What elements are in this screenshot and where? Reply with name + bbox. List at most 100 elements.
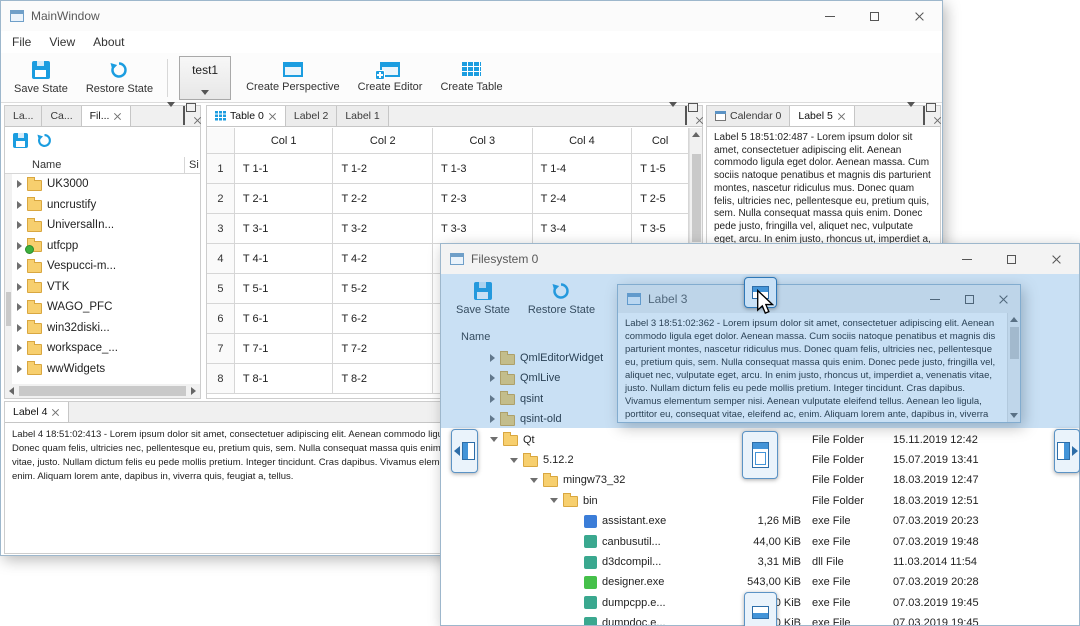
tree-row[interactable]: utfcpp (5, 236, 200, 256)
tree-vertical-scrollbar[interactable] (5, 174, 12, 384)
fs-tree-row[interactable]: d3dcompil... 3,31 MiB dll File 11.03.2014 1… (441, 552, 1079, 572)
chevron-right-icon[interactable] (17, 241, 22, 250)
table-cell[interactable]: T 1-4 (532, 154, 633, 184)
chevron-right-icon[interactable] (17, 180, 22, 188)
tab-fil[interactable]: Fil... (81, 106, 132, 126)
tab-calendar-0[interactable]: Calendar 0 (707, 106, 791, 126)
menu-item-file[interactable]: File (3, 32, 40, 52)
chevron-right-icon[interactable] (17, 282, 22, 291)
scrollbar-thumb[interactable] (6, 292, 11, 326)
chevron-down-icon[interactable] (490, 437, 498, 443)
table-cell[interactable]: T 7-1 (234, 334, 334, 364)
maximize-button[interactable] (989, 244, 1034, 274)
fs-tree-row[interactable]: canbusutil... 44,00 KiB exe File 07.03.2019… (441, 532, 1079, 552)
tree-row[interactable]: WAGO_PFC (5, 297, 200, 317)
column-header[interactable]: Col 1 (234, 128, 334, 154)
chevron-down-icon[interactable] (530, 477, 538, 483)
save-state-icon-button[interactable] (13, 133, 28, 148)
tree-row[interactable]: wwWidgets (5, 359, 200, 379)
restore-state-icon-button[interactable] (37, 133, 52, 148)
tab-label-1[interactable]: Label 1 (337, 106, 389, 126)
table-cell[interactable]: T 6-2 (333, 304, 434, 334)
maximize-button[interactable] (852, 1, 897, 31)
scrollbar-thumb[interactable] (692, 154, 701, 242)
dock-indicator-center[interactable] (742, 431, 778, 479)
row-number[interactable]: 1 (207, 154, 235, 184)
column-header[interactable]: Col 4 (532, 128, 633, 154)
table-cell[interactable]: T 6-1 (234, 304, 334, 334)
table-cell[interactable]: T 4-1 (234, 244, 334, 274)
table-cell[interactable]: T 8-1 (234, 364, 334, 394)
tab-close-icon[interactable] (268, 112, 277, 121)
tab-close-icon[interactable] (113, 112, 122, 121)
row-number[interactable]: 8 (207, 364, 235, 394)
table-cell[interactable]: T 2-4 (532, 184, 633, 214)
dock-indicator-right[interactable] (1054, 429, 1080, 473)
create-table-button[interactable]: Create Table (431, 55, 511, 101)
dock-indicator-bottom[interactable] (744, 592, 777, 626)
row-number[interactable]: 5 (207, 274, 235, 304)
tab-label-2[interactable]: Label 2 (285, 106, 338, 126)
table-cell[interactable]: T 2-5 (632, 184, 689, 214)
main-window-titlebar[interactable]: MainWindow (1, 1, 942, 31)
table-cell[interactable]: T 7-2 (333, 334, 434, 364)
tab-label-5[interactable]: Label 5 (790, 106, 855, 126)
tree-row[interactable]: uncrustify (5, 195, 200, 215)
menu-item-about[interactable]: About (84, 32, 133, 52)
tab-la[interactable]: La... (5, 106, 43, 126)
tree-row[interactable]: UK3000 (5, 174, 200, 194)
table-cell[interactable]: T 1-5 (632, 154, 689, 184)
chevron-down-icon[interactable] (510, 457, 518, 463)
table-cell[interactable]: T 2-1 (234, 184, 334, 214)
chevron-down-icon[interactable] (550, 498, 558, 504)
chevron-right-icon[interactable] (17, 364, 22, 373)
table-cell[interactable]: T 2-2 (333, 184, 434, 214)
table-cell[interactable]: T 1-2 (333, 154, 434, 184)
table-cell[interactable]: T 3-3 (433, 214, 533, 244)
fs-tree-row[interactable]: assistant.exe 1,26 MiB exe File 07.03.2019 … (441, 511, 1079, 531)
tab-table-0[interactable]: Table 0 (207, 106, 286, 126)
create-editor-button[interactable]: Create Editor (349, 55, 432, 101)
table-cell[interactable]: T 5-2 (333, 274, 434, 304)
close-button[interactable] (897, 1, 942, 31)
row-number[interactable]: 3 (207, 214, 235, 244)
column-header[interactable]: Col 2 (333, 128, 434, 154)
filesystem-titlebar[interactable]: Filesystem 0 (441, 244, 1079, 274)
tree-row[interactable]: VTK (5, 277, 200, 297)
minimize-button[interactable] (807, 1, 852, 31)
table-cell[interactable]: T 3-5 (632, 214, 689, 244)
table-cell[interactable]: T 3-2 (333, 214, 434, 244)
table-cell[interactable]: T 4-2 (333, 244, 434, 274)
scroll-left-icon[interactable] (9, 387, 14, 395)
scroll-up-icon[interactable] (692, 132, 700, 137)
table-cell[interactable]: T 1-3 (433, 154, 533, 184)
chevron-right-icon[interactable] (17, 221, 22, 229)
tree-row[interactable]: Vespucci-m... (5, 256, 200, 276)
chevron-right-icon[interactable] (17, 262, 22, 270)
tree-row[interactable]: UniversalIn... (5, 215, 200, 235)
name-column-header[interactable]: Name (32, 159, 61, 171)
save-state-button[interactable]: Save State (5, 55, 77, 101)
tree-horizontal-scrollbar[interactable] (5, 384, 200, 398)
row-number[interactable]: 7 (207, 334, 235, 364)
restore-state-button[interactable]: Restore State (77, 55, 162, 101)
menu-item-view[interactable]: View (40, 32, 84, 52)
chevron-right-icon[interactable] (17, 344, 22, 352)
size-column-header[interactable]: Si (189, 159, 199, 171)
create-perspective-button[interactable]: Create Perspective (237, 55, 349, 101)
tab-label-4[interactable]: Label 4 (5, 402, 70, 422)
tab-close-icon[interactable] (51, 408, 60, 417)
tab-list-button[interactable] (167, 102, 175, 125)
perspective-combobox[interactable]: test1 (179, 55, 232, 100)
row-number[interactable]: 2 (207, 184, 235, 214)
chevron-right-icon[interactable] (17, 323, 22, 332)
close-button[interactable] (1034, 244, 1079, 274)
tab-ca[interactable]: Ca... (42, 106, 82, 126)
tree-row[interactable]: workspace_... (5, 338, 200, 358)
chevron-right-icon[interactable] (17, 200, 22, 209)
table-cell[interactable]: T 3-4 (532, 214, 633, 244)
table-cell[interactable]: T 5-1 (234, 274, 334, 304)
float-dock-button[interactable] (183, 106, 185, 125)
table-cell[interactable]: T 3-1 (234, 214, 334, 244)
table-cell[interactable]: T 2-3 (433, 184, 533, 214)
